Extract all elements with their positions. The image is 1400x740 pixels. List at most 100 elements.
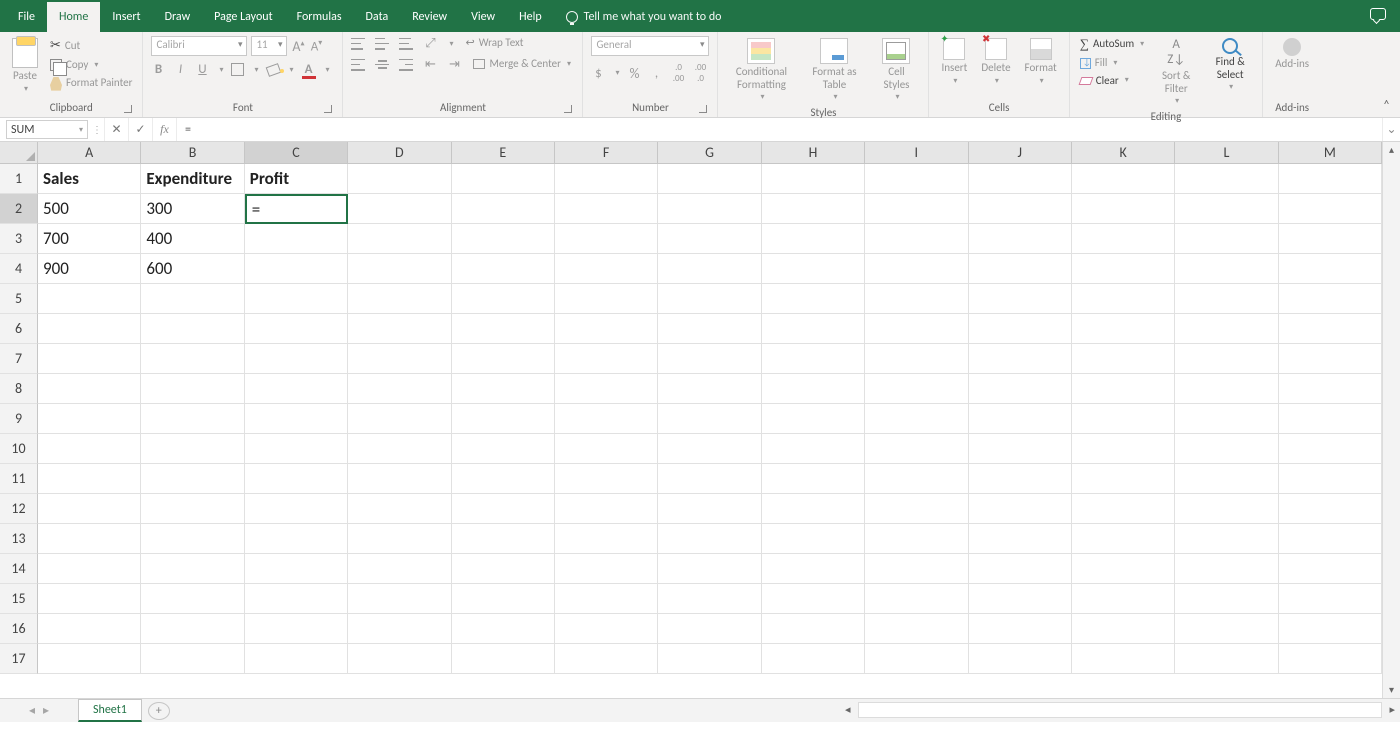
cell-F9[interactable] bbox=[555, 404, 658, 434]
new-sheet-button[interactable]: + bbox=[148, 702, 170, 720]
format-painter-button[interactable]: Format Painter bbox=[48, 76, 134, 92]
cell-B10[interactable] bbox=[141, 434, 244, 464]
collapse-ribbon-icon[interactable]: ˄ bbox=[1383, 98, 1390, 113]
cell-H16[interactable] bbox=[762, 614, 865, 644]
cell-F6[interactable] bbox=[555, 314, 658, 344]
cell-E13[interactable] bbox=[452, 524, 555, 554]
align-right-icon[interactable] bbox=[399, 59, 413, 71]
cell-E17[interactable] bbox=[452, 644, 555, 674]
cell-H7[interactable] bbox=[762, 344, 865, 374]
cell-A2[interactable]: 500 bbox=[38, 194, 141, 224]
align-bottom-icon[interactable] bbox=[399, 38, 413, 50]
format-as-table-button[interactable]: Format as Table▾ bbox=[802, 36, 866, 104]
tab-home[interactable]: Home bbox=[47, 2, 100, 32]
comments-icon[interactable] bbox=[1370, 8, 1386, 20]
cell-G15[interactable] bbox=[658, 584, 761, 614]
cell-H9[interactable] bbox=[762, 404, 865, 434]
cell-D2[interactable] bbox=[348, 194, 451, 224]
cell-E4[interactable] bbox=[452, 254, 555, 284]
row-header-5[interactable]: 5 bbox=[0, 284, 38, 314]
cell-A16[interactable] bbox=[38, 614, 141, 644]
cell-I10[interactable] bbox=[865, 434, 968, 464]
cell-A3[interactable]: 700 bbox=[38, 224, 141, 254]
cell-E8[interactable] bbox=[452, 374, 555, 404]
cell-C14[interactable] bbox=[245, 554, 348, 584]
cell-M8[interactable] bbox=[1279, 374, 1382, 404]
cell-K10[interactable] bbox=[1072, 434, 1175, 464]
cell-G10[interactable] bbox=[658, 434, 761, 464]
cell-C11[interactable] bbox=[245, 464, 348, 494]
cell-C7[interactable] bbox=[245, 344, 348, 374]
cell-G5[interactable] bbox=[658, 284, 761, 314]
cell-C5[interactable] bbox=[245, 284, 348, 314]
cell-L5[interactable] bbox=[1175, 284, 1278, 314]
row-header-7[interactable]: 7 bbox=[0, 344, 38, 374]
cell-D15[interactable] bbox=[348, 584, 451, 614]
cell-D3[interactable] bbox=[348, 224, 451, 254]
cell-M11[interactable] bbox=[1279, 464, 1382, 494]
cell-M9[interactable] bbox=[1279, 404, 1382, 434]
fill-color-icon[interactable] bbox=[267, 63, 280, 76]
number-format-select[interactable]: General bbox=[591, 36, 709, 56]
align-middle-icon[interactable] bbox=[375, 38, 389, 50]
cell-styles-button[interactable]: Cell Styles▾ bbox=[872, 36, 920, 104]
cell-H5[interactable] bbox=[762, 284, 865, 314]
cell-B5[interactable] bbox=[141, 284, 244, 314]
row-header-9[interactable]: 9 bbox=[0, 404, 38, 434]
cell-B16[interactable] bbox=[141, 614, 244, 644]
cell-F4[interactable] bbox=[555, 254, 658, 284]
cell-F12[interactable] bbox=[555, 494, 658, 524]
tab-formulas[interactable]: Formulas bbox=[285, 2, 354, 32]
cell-K13[interactable] bbox=[1072, 524, 1175, 554]
insert-function-button[interactable]: fx bbox=[152, 118, 176, 141]
cell-C12[interactable] bbox=[245, 494, 348, 524]
cell-C13[interactable] bbox=[245, 524, 348, 554]
cell-C4[interactable] bbox=[245, 254, 348, 284]
row-header-3[interactable]: 3 bbox=[0, 224, 38, 254]
decrease-decimal-icon[interactable]: .00.0 bbox=[693, 62, 707, 84]
clear-button[interactable]: Clear▾ bbox=[1078, 74, 1146, 89]
row-header-15[interactable]: 15 bbox=[0, 584, 38, 614]
cell-J12[interactable] bbox=[969, 494, 1072, 524]
cell-F8[interactable] bbox=[555, 374, 658, 404]
cell-L14[interactable] bbox=[1175, 554, 1278, 584]
tab-help[interactable]: Help bbox=[507, 2, 554, 32]
cell-J3[interactable] bbox=[969, 224, 1072, 254]
cell-H17[interactable] bbox=[762, 644, 865, 674]
cell-K14[interactable] bbox=[1072, 554, 1175, 584]
bold-button[interactable]: B bbox=[151, 62, 165, 77]
row-header-11[interactable]: 11 bbox=[0, 464, 38, 494]
cell-B1[interactable]: Expenditure bbox=[141, 164, 244, 194]
cell-M17[interactable] bbox=[1279, 644, 1382, 674]
cell-C8[interactable] bbox=[245, 374, 348, 404]
cell-E5[interactable] bbox=[452, 284, 555, 314]
cell-M5[interactable] bbox=[1279, 284, 1382, 314]
cell-F7[interactable] bbox=[555, 344, 658, 374]
cell-D16[interactable] bbox=[348, 614, 451, 644]
cell-D14[interactable] bbox=[348, 554, 451, 584]
sheet-nav-buttons[interactable]: ◂▸ bbox=[0, 703, 78, 718]
column-header-G[interactable]: G bbox=[658, 142, 761, 164]
cell-L6[interactable] bbox=[1175, 314, 1278, 344]
tab-review[interactable]: Review bbox=[400, 2, 459, 32]
percent-format-icon[interactable]: % bbox=[627, 65, 641, 82]
cell-J4[interactable] bbox=[969, 254, 1072, 284]
cell-I8[interactable] bbox=[865, 374, 968, 404]
cell-E12[interactable] bbox=[452, 494, 555, 524]
cell-I4[interactable] bbox=[865, 254, 968, 284]
dialog-launcher-icon[interactable] bbox=[324, 105, 332, 113]
cell-D13[interactable] bbox=[348, 524, 451, 554]
cell-H4[interactable] bbox=[762, 254, 865, 284]
delete-cells-button[interactable]: Delete▾ bbox=[977, 36, 1014, 88]
cell-L4[interactable] bbox=[1175, 254, 1278, 284]
tab-file[interactable]: File bbox=[6, 2, 47, 32]
cell-H8[interactable] bbox=[762, 374, 865, 404]
cell-C2[interactable]: = bbox=[245, 194, 349, 224]
orientation-icon[interactable]: ⤢ bbox=[423, 36, 437, 51]
cell-area[interactable]: SalesExpenditureProfit500300=70040090060… bbox=[38, 164, 1382, 698]
row-header-13[interactable]: 13 bbox=[0, 524, 38, 554]
cell-L11[interactable] bbox=[1175, 464, 1278, 494]
row-header-1[interactable]: 1 bbox=[0, 164, 38, 194]
cell-A11[interactable] bbox=[38, 464, 141, 494]
cell-K4[interactable] bbox=[1072, 254, 1175, 284]
